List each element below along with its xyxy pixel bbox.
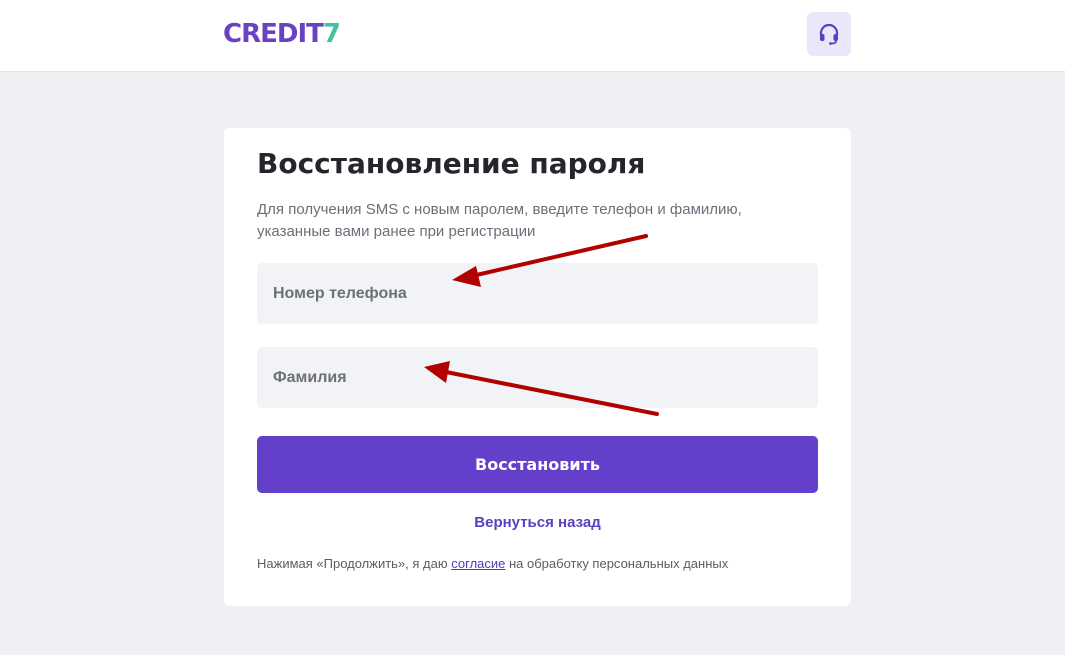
- restore-button[interactable]: Восстановить: [257, 436, 818, 493]
- consent-text: Нажимая «Продолжить», я даю согласие на …: [257, 556, 818, 571]
- page-title: Восстановление пароля: [257, 147, 646, 180]
- headset-icon: [819, 23, 839, 45]
- logo-accent-text: 7: [322, 19, 341, 49]
- support-button[interactable]: [807, 12, 851, 56]
- top-header: CREDIT7: [0, 0, 1065, 72]
- password-recovery-card: Восстановление пароля Для получения SMS …: [224, 128, 851, 606]
- consent-link[interactable]: согласие: [451, 556, 505, 571]
- form-description: Для получения SMS с новым паролем, введи…: [257, 201, 742, 240]
- phone-input[interactable]: [257, 263, 818, 324]
- surname-input[interactable]: [257, 347, 818, 408]
- logo-text: CREDIT: [223, 19, 324, 49]
- consent-suffix: на обработку персональных данных: [505, 556, 729, 571]
- go-back-link[interactable]: Вернуться назад: [257, 514, 818, 531]
- credit7-logo[interactable]: CREDIT7: [223, 18, 341, 50]
- consent-prefix: Нажимая «Продолжить», я даю: [257, 556, 452, 571]
